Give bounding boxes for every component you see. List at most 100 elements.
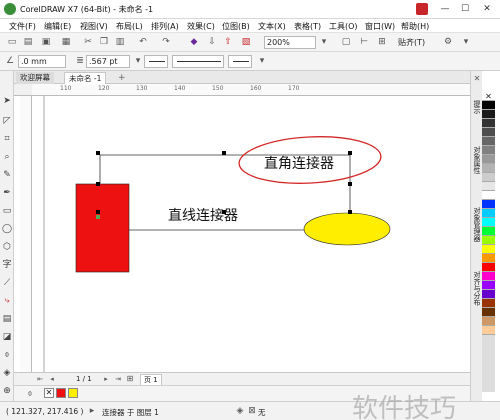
print-icon[interactable]: ▦ (60, 36, 72, 48)
import-icon[interactable]: ⇩ (206, 36, 218, 48)
open-folder-icon[interactable]: ▤ (22, 36, 34, 48)
zoom-level-select[interactable]: 200% (264, 36, 316, 49)
maximize-button[interactable]: ☐ (456, 2, 474, 16)
straight-connector-label[interactable]: 直线连接器 (168, 207, 238, 224)
interactive-fill-tool-icon[interactable]: ◈ (1, 367, 13, 379)
selection-handle[interactable] (96, 151, 100, 155)
eyedropper-icon[interactable]: ⌽ (24, 388, 36, 400)
menu-table[interactable]: 表格(T) (294, 21, 321, 32)
red-doc-swatch[interactable] (56, 388, 66, 398)
zoom-dropdown-icon[interactable]: ▾ (318, 36, 330, 48)
selection-handle[interactable] (348, 210, 352, 214)
paste-icon[interactable]: ▥ (114, 36, 126, 48)
freehand-tool-icon[interactable]: ✎ (1, 169, 13, 181)
menu-text[interactable]: 文本(X) (258, 21, 286, 32)
color-swatch[interactable] (482, 146, 495, 155)
new-document-icon[interactable]: ▭ (6, 36, 18, 48)
selection-handle[interactable] (96, 182, 100, 186)
transparency-tool-icon[interactable]: ◪ (1, 331, 13, 343)
color-swatch[interactable] (482, 110, 495, 119)
color-swatch[interactable] (482, 101, 495, 110)
first-page-icon[interactable]: ⇤ (34, 373, 46, 385)
parallel-dimension-tool-icon[interactable]: ⟋ (1, 277, 13, 289)
full-screen-icon[interactable]: ▢ (340, 36, 352, 48)
vertical-ruler[interactable] (20, 96, 32, 372)
redo-icon[interactable]: ↷ (160, 36, 172, 48)
selection-handle[interactable] (348, 151, 352, 155)
menu-help[interactable]: 帮助(H) (401, 21, 429, 32)
red-rectangle[interactable] (75, 183, 130, 273)
color-swatch[interactable] (482, 263, 495, 272)
color-swatch[interactable] (482, 137, 495, 146)
color-swatch[interactable] (482, 191, 495, 200)
smart-fill-tool-icon[interactable]: ⊕ (1, 385, 13, 397)
connector-tool-icon[interactable]: ⤷ (1, 295, 13, 307)
application-launcher-icon[interactable]: ▾ (460, 36, 472, 48)
artistic-media-tool-icon[interactable]: ✒ (1, 187, 13, 199)
grid-icon[interactable]: ⊞ (376, 36, 388, 48)
menu-view[interactable]: 视图(V) (80, 21, 108, 32)
corner-value-field[interactable]: .0 mm (18, 55, 66, 68)
right-angle-connector-label[interactable]: 直角连接器 (264, 155, 334, 172)
last-page-icon[interactable]: ⇥ (112, 373, 124, 385)
no-color-swatch[interactable]: ✕ (482, 92, 495, 101)
end-arrowhead-select[interactable] (228, 55, 252, 68)
color-swatch[interactable] (482, 326, 495, 335)
previous-page-icon[interactable]: ◂ (46, 373, 58, 385)
eyedropper-tool-icon[interactable]: ⌽ (1, 349, 13, 361)
save-icon[interactable]: ▣ (40, 36, 52, 48)
selection-handle[interactable] (348, 182, 352, 186)
minimize-button[interactable]: — (436, 2, 454, 16)
color-swatch[interactable] (482, 308, 495, 317)
outline-width-field[interactable]: .567 pt (86, 55, 130, 68)
rectangle-tool-icon[interactable]: ▭ (1, 205, 13, 217)
yellow-ellipse[interactable] (303, 212, 391, 246)
menu-effects[interactable]: 效果(C) (187, 21, 215, 32)
publish-pdf-icon[interactable]: ▧ (240, 36, 252, 48)
rulers-icon[interactable]: ⊢ (358, 36, 370, 48)
drawing-canvas[interactable]: 直线连接器 直角连接器 (32, 96, 470, 372)
horizontal-ruler[interactable]: 110 120 130 140 150 160 170 (32, 84, 470, 96)
color-swatch[interactable] (482, 236, 495, 245)
color-swatch[interactable] (482, 182, 495, 191)
close-button[interactable]: ✕ (478, 2, 496, 16)
line-style-select[interactable] (172, 55, 224, 68)
arrow-options-icon[interactable]: ▾ (256, 55, 268, 67)
menu-tools[interactable]: 工具(O) (329, 21, 358, 32)
color-swatch[interactable] (482, 245, 495, 254)
yellow-doc-swatch[interactable] (68, 388, 78, 398)
color-swatch[interactable] (482, 281, 495, 290)
color-swatch[interactable] (482, 155, 495, 164)
docker-close-icon[interactable]: ✕ (471, 73, 483, 85)
menu-arrange[interactable]: 排列(A) (151, 21, 179, 32)
menu-window[interactable]: 窗口(W) (365, 21, 395, 32)
text-tool-icon[interactable]: 字 (1, 259, 13, 271)
selection-handle[interactable] (222, 151, 226, 155)
selection-handle[interactable] (96, 210, 100, 214)
start-arrowhead-select[interactable] (144, 55, 168, 68)
tab-untitled-1[interactable]: 未命名 -1 (64, 72, 107, 84)
add-tab-icon[interactable]: + (114, 72, 130, 84)
next-page-icon[interactable]: ▸ (100, 373, 112, 385)
color-swatch[interactable] (482, 317, 495, 326)
options-gear-icon[interactable]: ⚙ (442, 36, 454, 48)
shape-tool-icon[interactable]: ◸ (1, 115, 13, 127)
color-swatch[interactable] (482, 173, 495, 182)
add-page-icon[interactable]: ⊞ (124, 373, 136, 385)
ruler-origin[interactable] (14, 84, 32, 96)
pick-tool-icon[interactable]: ➤ (1, 95, 13, 107)
drop-shadow-tool-icon[interactable]: ▤ (1, 313, 13, 325)
color-swatch[interactable] (482, 128, 495, 137)
copy-icon[interactable]: ❐ (98, 36, 110, 48)
crop-tool-icon[interactable]: ⌗ (1, 133, 13, 145)
menu-layout[interactable]: 布局(L) (116, 21, 143, 32)
color-swatch[interactable] (482, 290, 495, 299)
menu-edit[interactable]: 编辑(E) (44, 21, 71, 32)
polygon-tool-icon[interactable]: ⬡ (1, 241, 13, 253)
no-fill-swatch[interactable]: ✕ (44, 388, 54, 398)
menu-file[interactable]: 文件(F) (9, 21, 36, 32)
tab-welcome-screen[interactable]: 欢迎屏幕 (16, 72, 54, 84)
undo-icon[interactable]: ↶ (137, 36, 149, 48)
color-swatch[interactable] (482, 227, 495, 236)
color-swatch[interactable] (482, 200, 495, 209)
